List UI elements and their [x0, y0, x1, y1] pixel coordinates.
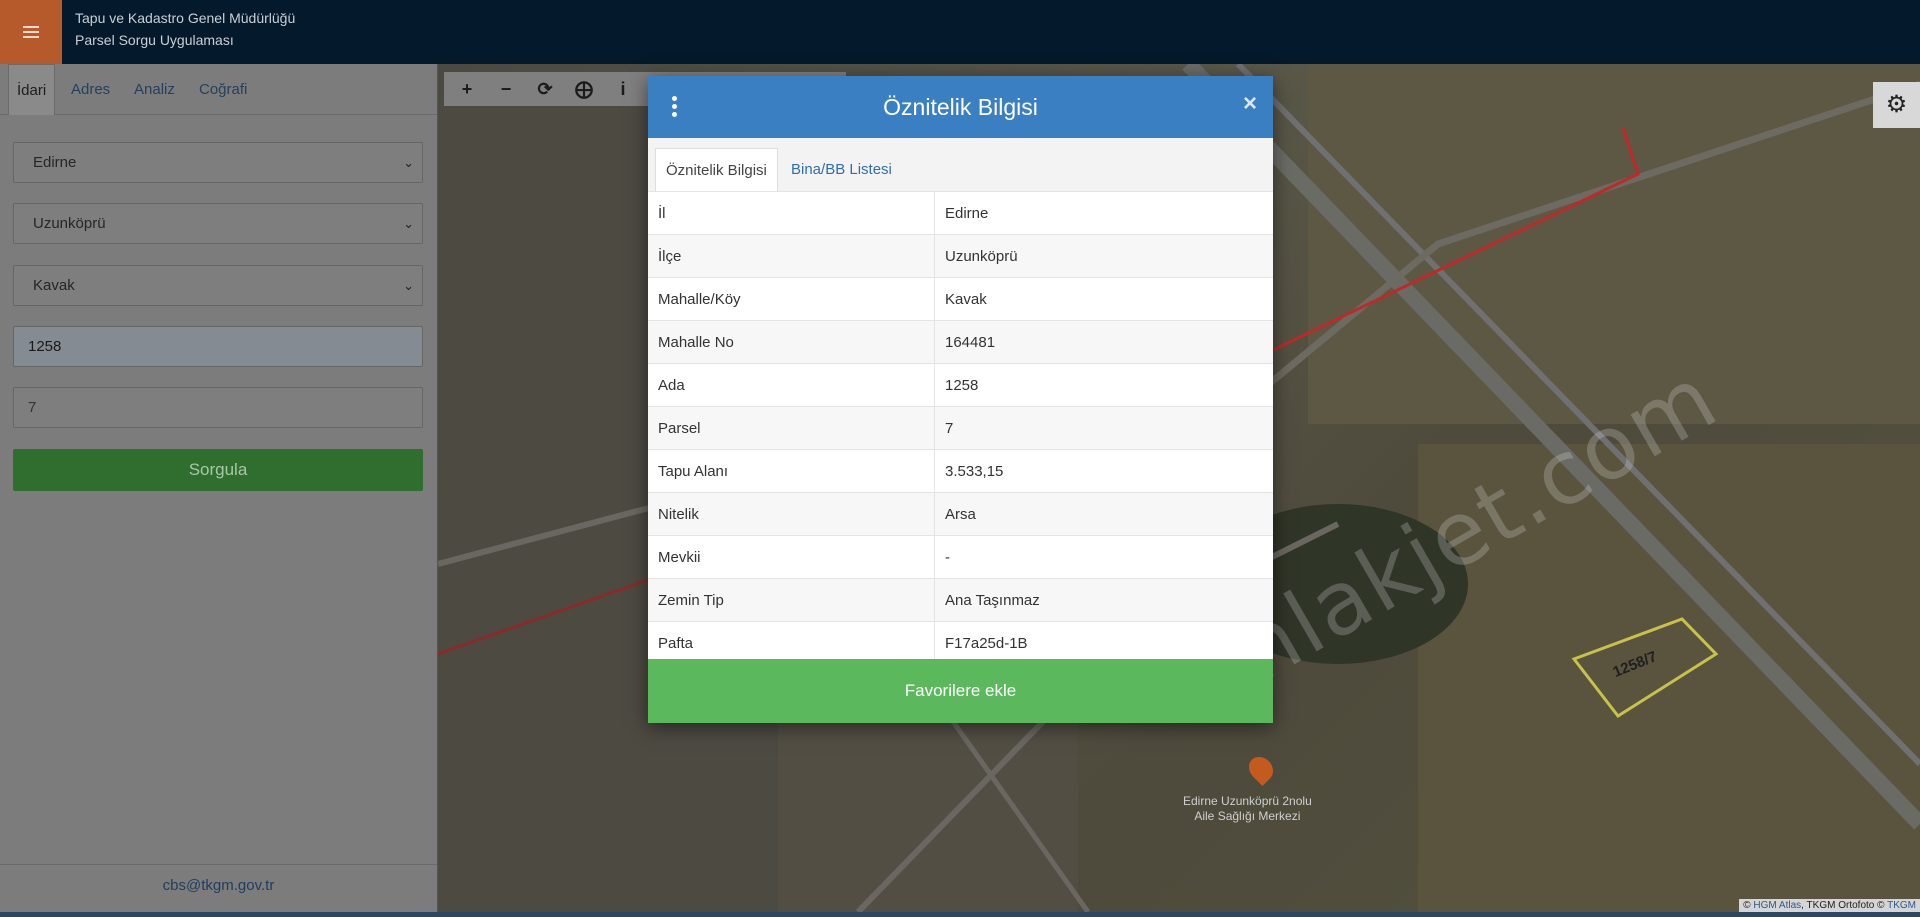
tab-analiz[interactable]: Analiz: [134, 64, 175, 114]
table-row: Parsel 7: [648, 406, 1273, 450]
app-title-line2: Parsel Sorgu Uygulaması: [75, 32, 234, 48]
chevron-down-icon: ⌄: [403, 216, 414, 231]
attribute-value: 1258: [934, 363, 1273, 407]
sidebar-tabs: İdari Adres Analiz Coğrafi: [0, 64, 437, 115]
poi-label-line1: Edirne Uzunköprü 2nolu: [1183, 794, 1312, 808]
tab-bina-listesi[interactable]: Bina/BB Listesi: [791, 148, 892, 191]
dialog-header: Öznitelik Bilgisi ×: [648, 76, 1273, 138]
hamburger-icon: [23, 23, 39, 41]
dialog-title: Öznitelik Bilgisi: [883, 94, 1038, 120]
attribute-value: Ana Taşınmaz: [934, 578, 1273, 622]
table-row: Ada 1258: [648, 363, 1273, 407]
attribute-key: Parsel: [648, 406, 935, 450]
dialog-tabs: Öznitelik Bilgisi Bina/BB Listesi: [648, 138, 1273, 192]
attribute-value: Arsa: [934, 492, 1273, 536]
attribute-value: 7: [934, 406, 1273, 450]
attribute-value: 164481: [934, 320, 1273, 364]
attribute-value: Edirne: [934, 191, 1273, 235]
locate-icon[interactable]: ⨁: [571, 76, 597, 102]
table-row: Mahalle No 164481: [648, 320, 1273, 364]
attribute-dialog: Öznitelik Bilgisi × Öznitelik Bilgisi Bi…: [648, 76, 1273, 723]
zoom-in-icon[interactable]: +: [454, 76, 480, 102]
contact-email-link[interactable]: cbs@tkgm.gov.tr: [0, 864, 437, 913]
ilce-select[interactable]: Uzunköprü ⌄: [13, 203, 423, 244]
table-row: İl Edirne: [648, 191, 1273, 235]
chevron-down-icon: ⌄: [403, 155, 414, 170]
chevron-down-icon: ⌄: [403, 278, 414, 293]
attribute-key: İl: [648, 191, 935, 235]
attribute-value: Kavak: [934, 277, 1273, 321]
zoom-out-icon[interactable]: −: [493, 76, 519, 102]
hamburger-menu-button[interactable]: [0, 0, 62, 64]
attribute-key: Zemin Tip: [648, 578, 935, 622]
app-header: Tapu ve Kadastro Genel Müdürlüğü Parsel …: [0, 0, 1920, 64]
table-row: İlçe Uzunköprü: [648, 234, 1273, 278]
close-icon[interactable]: ×: [1243, 90, 1257, 118]
tab-oznitelik[interactable]: Öznitelik Bilgisi: [655, 148, 778, 192]
tab-idari[interactable]: İdari: [8, 64, 56, 115]
attribute-value: -: [934, 535, 1273, 579]
table-row: Tapu Alanı 3.533,15: [648, 449, 1273, 493]
attribution-link-tkgm[interactable]: TKGM: [1887, 900, 1916, 911]
table-row: Zemin Tip Ana Taşınmaz: [648, 578, 1273, 622]
mahalle-select[interactable]: Kavak ⌄: [13, 265, 423, 306]
attribute-key: Mahalle/Köy: [648, 277, 935, 321]
query-button[interactable]: Sorgula: [13, 449, 423, 491]
attribute-key: Mahalle No: [648, 320, 935, 364]
attribute-key: Pafta: [648, 621, 935, 664]
refresh-icon[interactable]: ⟳: [532, 76, 558, 102]
attribute-key: İlçe: [648, 234, 935, 278]
map-attribution: © HGM Atlas, TKGM Ortofoto © TKGM: [1739, 899, 1920, 912]
contact-email[interactable]: cbs@tkgm.gov.tr: [163, 877, 275, 894]
il-select-value: Edirne: [33, 154, 77, 171]
ilce-select-value: Uzunköprü: [33, 215, 106, 232]
ada-input[interactable]: 1258: [13, 326, 423, 367]
attribute-value: F17a25d-1B: [934, 621, 1273, 664]
poi-label-line2: Aile Sağlığı Merkezi: [1194, 809, 1301, 823]
attribute-key: Tapu Alanı: [648, 449, 935, 493]
app-title-line1: Tapu ve Kadastro Genel Müdürlüğü: [75, 10, 296, 26]
attribute-table: İl Edirne İlçe Uzunköprü Mahalle/Köy Kavak Mah…: [648, 191, 1273, 664]
tab-adres[interactable]: Adres: [71, 64, 110, 114]
table-row: Mahalle/Köy Kavak: [648, 277, 1273, 321]
gear-icon[interactable]: ⚙: [1873, 82, 1920, 128]
table-row: Mevkii -: [648, 535, 1273, 579]
sidebar: İdari Adres Analiz Coğrafi Edirne ⌄ Uzun…: [0, 64, 438, 912]
attribute-value: 3.533,15: [934, 449, 1273, 493]
parsel-input[interactable]: 7: [13, 387, 423, 428]
attribute-key: Ada: [648, 363, 935, 407]
table-row: Nitelik Arsa: [648, 492, 1273, 536]
info-icon[interactable]: i: [610, 76, 636, 102]
add-favorite-button[interactable]: Favorilere ekle: [648, 659, 1273, 723]
poi-label: Edirne Uzunköprü 2nolu Aile Sağlığı Merk…: [1183, 794, 1312, 824]
bottom-strip: [0, 912, 1920, 917]
attribution-prefix: ©: [1743, 900, 1751, 911]
tab-cografi[interactable]: Coğrafi: [199, 64, 247, 114]
il-select[interactable]: Edirne ⌄: [13, 142, 423, 183]
attribution-mid: , TKGM Ortofoto ©: [1801, 900, 1885, 911]
attribute-value: Uzunköprü: [934, 234, 1273, 278]
table-row: Pafta F17a25d-1B: [648, 621, 1273, 664]
attribute-key: Mevkii: [648, 535, 935, 579]
attribution-link-hgm[interactable]: HGM Atlas: [1753, 900, 1801, 911]
mahalle-select-value: Kavak: [33, 277, 75, 294]
attribute-key: Nitelik: [648, 492, 935, 536]
